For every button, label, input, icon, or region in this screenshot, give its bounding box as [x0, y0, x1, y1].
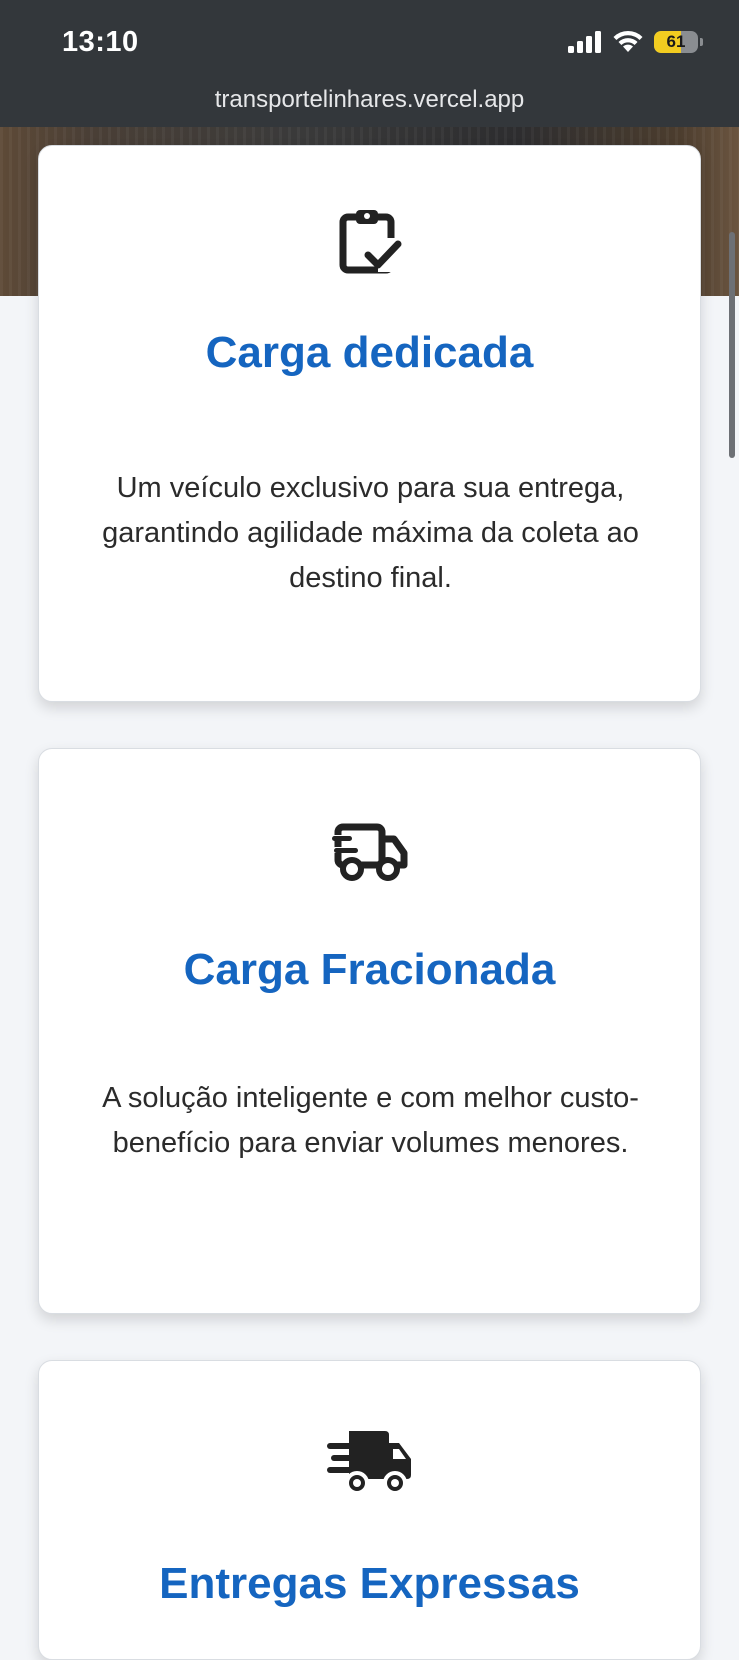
clipboard-check-icon: [339, 210, 401, 274]
battery-icon: 61: [654, 31, 698, 53]
service-title: Entregas Expressas: [159, 1559, 580, 1608]
wifi-icon: [613, 30, 643, 52]
status-icons: 61: [568, 30, 703, 54]
service-title: Carga dedicada: [205, 328, 534, 377]
battery-level: 61: [666, 32, 686, 51]
service-title: Carga Fracionada: [183, 945, 556, 994]
service-card-carga-dedicada: Carga dedicada Um veículo exclusivo para…: [38, 145, 701, 702]
fast-truck-icon: [326, 1431, 411, 1495]
cellular-signal-icon: [568, 31, 601, 53]
service-card-entregas-expressas: Entregas Expressas: [38, 1360, 701, 1660]
browser-top-bar: 13:10 61 transportelinhares.vercel.app: [0, 0, 739, 127]
service-description: Um veículo exclusivo para sua entrega, g…: [102, 472, 639, 594]
status-time: 13:10: [62, 26, 139, 58]
truck-icon: [331, 823, 407, 881]
battery-cap: [700, 38, 703, 46]
scrollbar[interactable]: [729, 232, 735, 458]
service-card-carga-fracionada: Carga Fracionada A solução inteligente e…: [38, 748, 701, 1314]
url-bar[interactable]: transportelinhares.vercel.app: [0, 86, 739, 114]
service-description: A solução inteligente e com melhor custo…: [102, 1082, 639, 1159]
